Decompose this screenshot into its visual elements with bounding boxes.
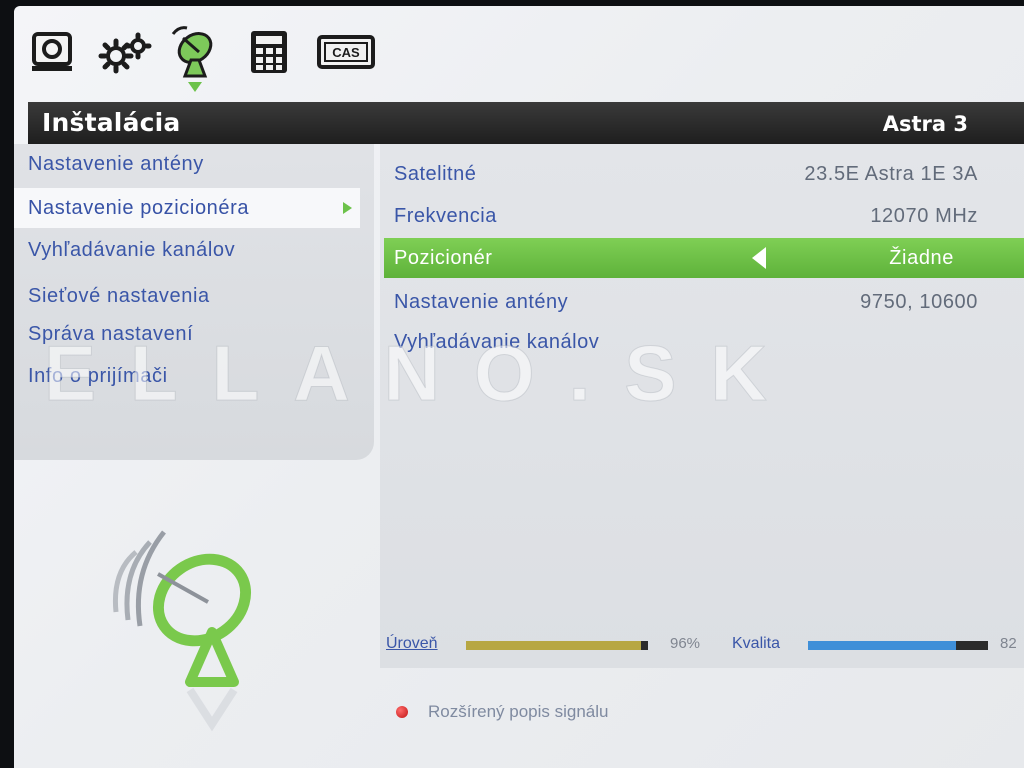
title-bar: Inštalácia Astra 3 bbox=[28, 102, 1024, 144]
setting-value: 9750, 10600 bbox=[860, 291, 978, 313]
signal-quality-label: Kvalita bbox=[732, 635, 781, 652]
chevron-right-icon bbox=[343, 202, 352, 214]
menu-item-network-settings[interactable]: Sieťové nastavenia bbox=[14, 276, 360, 316]
setting-label: Satelitné bbox=[394, 163, 477, 185]
menu-item-label: Nastavenie pozicionéra bbox=[28, 197, 250, 219]
signal-quality-fill bbox=[808, 641, 956, 650]
menu-item-label: Sieťové nastavenia bbox=[28, 285, 210, 307]
tv-screen: CAS Inštalácia Astra 3 Nastavenie antény… bbox=[14, 6, 1024, 768]
setting-label: Nastavenie antény bbox=[394, 291, 569, 313]
setting-value: 12070 MHz bbox=[870, 205, 978, 227]
menu-item-channel-search[interactable]: Vyhľadávanie kanálov bbox=[14, 230, 360, 270]
calculator-icon[interactable] bbox=[240, 22, 298, 82]
signal-quality-bar bbox=[808, 641, 988, 650]
signal-level-percent: 96% bbox=[670, 635, 701, 652]
settings-gears-icon[interactable] bbox=[96, 22, 154, 82]
menu-item-antenna-setup[interactable]: Nastavenie antény bbox=[14, 144, 360, 184]
signal-level-bar bbox=[466, 641, 648, 650]
menu-item-positioner-setup[interactable]: Nastavenie pozicionéra bbox=[14, 188, 360, 228]
watermark: ELLANO.SK bbox=[44, 329, 801, 417]
setting-label: Pozicionér bbox=[394, 247, 493, 269]
setting-row-satellite[interactable]: Satelitné 23.5E Astra 1E 3A bbox=[380, 154, 1024, 194]
signal-quality: Kvalita 82 bbox=[726, 632, 1024, 656]
signal-level: Úroveň 96% bbox=[380, 632, 720, 656]
extended-signal-info-hint[interactable]: Rozšírený popis signálu bbox=[428, 702, 608, 722]
setting-row-positioner[interactable]: Pozicionér Žiadne bbox=[384, 238, 1024, 278]
satellite-dish-illustration bbox=[92, 512, 292, 756]
setting-label: Frekvencia bbox=[394, 205, 497, 227]
menu-item-label: Nastavenie antény bbox=[28, 153, 204, 175]
satellite-name: Astra 3 bbox=[882, 112, 968, 136]
setting-value: Žiadne bbox=[889, 247, 954, 269]
arrow-left-icon[interactable] bbox=[752, 247, 766, 269]
page-title: Inštalácia bbox=[42, 108, 181, 137]
setting-row-antenna[interactable]: Nastavenie antény 9750, 10600 bbox=[380, 282, 1024, 322]
cas-icon[interactable]: CAS bbox=[314, 22, 378, 82]
setting-value: 23.5E Astra 1E 3A bbox=[804, 163, 978, 185]
signal-level-fill bbox=[466, 641, 641, 650]
satellite-dish-icon[interactable] bbox=[164, 22, 222, 82]
signal-level-label: Úroveň bbox=[386, 635, 438, 652]
setting-row-frequency[interactable]: Frekvencia 12070 MHz bbox=[380, 196, 1024, 236]
red-button-icon[interactable] bbox=[396, 706, 408, 718]
tv-icon[interactable] bbox=[24, 22, 82, 82]
cas-icon-label: CAS bbox=[332, 45, 360, 60]
active-tab-marker bbox=[188, 82, 202, 92]
menu-item-label: Vyhľadávanie kanálov bbox=[28, 239, 236, 261]
top-icon-bar: CAS bbox=[14, 6, 1024, 98]
signal-quality-percent: 82 bbox=[1000, 635, 1017, 652]
